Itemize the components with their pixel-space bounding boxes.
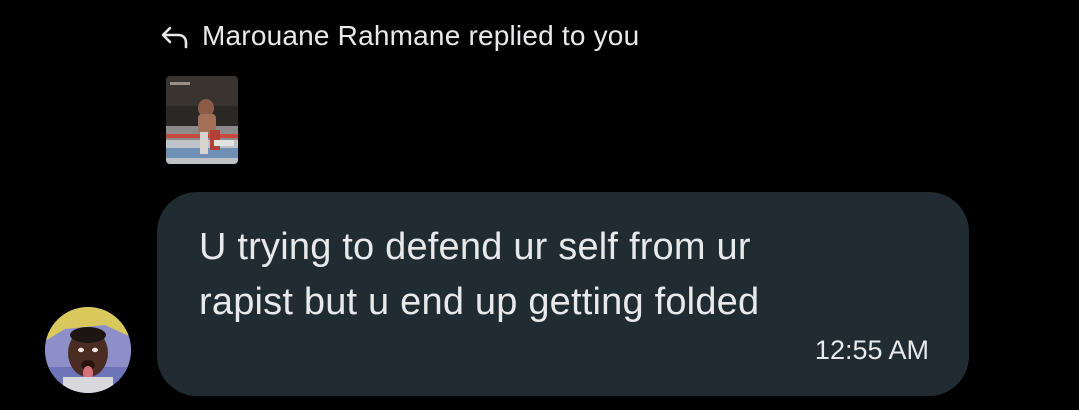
message-bubble[interactable]: U trying to defend ur self from ur rapis… [157,192,969,396]
replied-media-thumbnail[interactable] [166,76,238,164]
message-text: U trying to defend ur self from ur rapis… [199,226,760,323]
sender-avatar[interactable] [45,307,131,393]
ufc-clip-image [166,76,238,164]
reply-context[interactable]: Marouane Rahmane replied to you [158,16,639,56]
reply-arrow-icon [158,19,192,53]
reply-context-text: Marouane Rahmane replied to you [202,20,640,51]
user-avatar-image [45,307,131,393]
message-timestamp: 12:55 AM [814,335,929,365]
